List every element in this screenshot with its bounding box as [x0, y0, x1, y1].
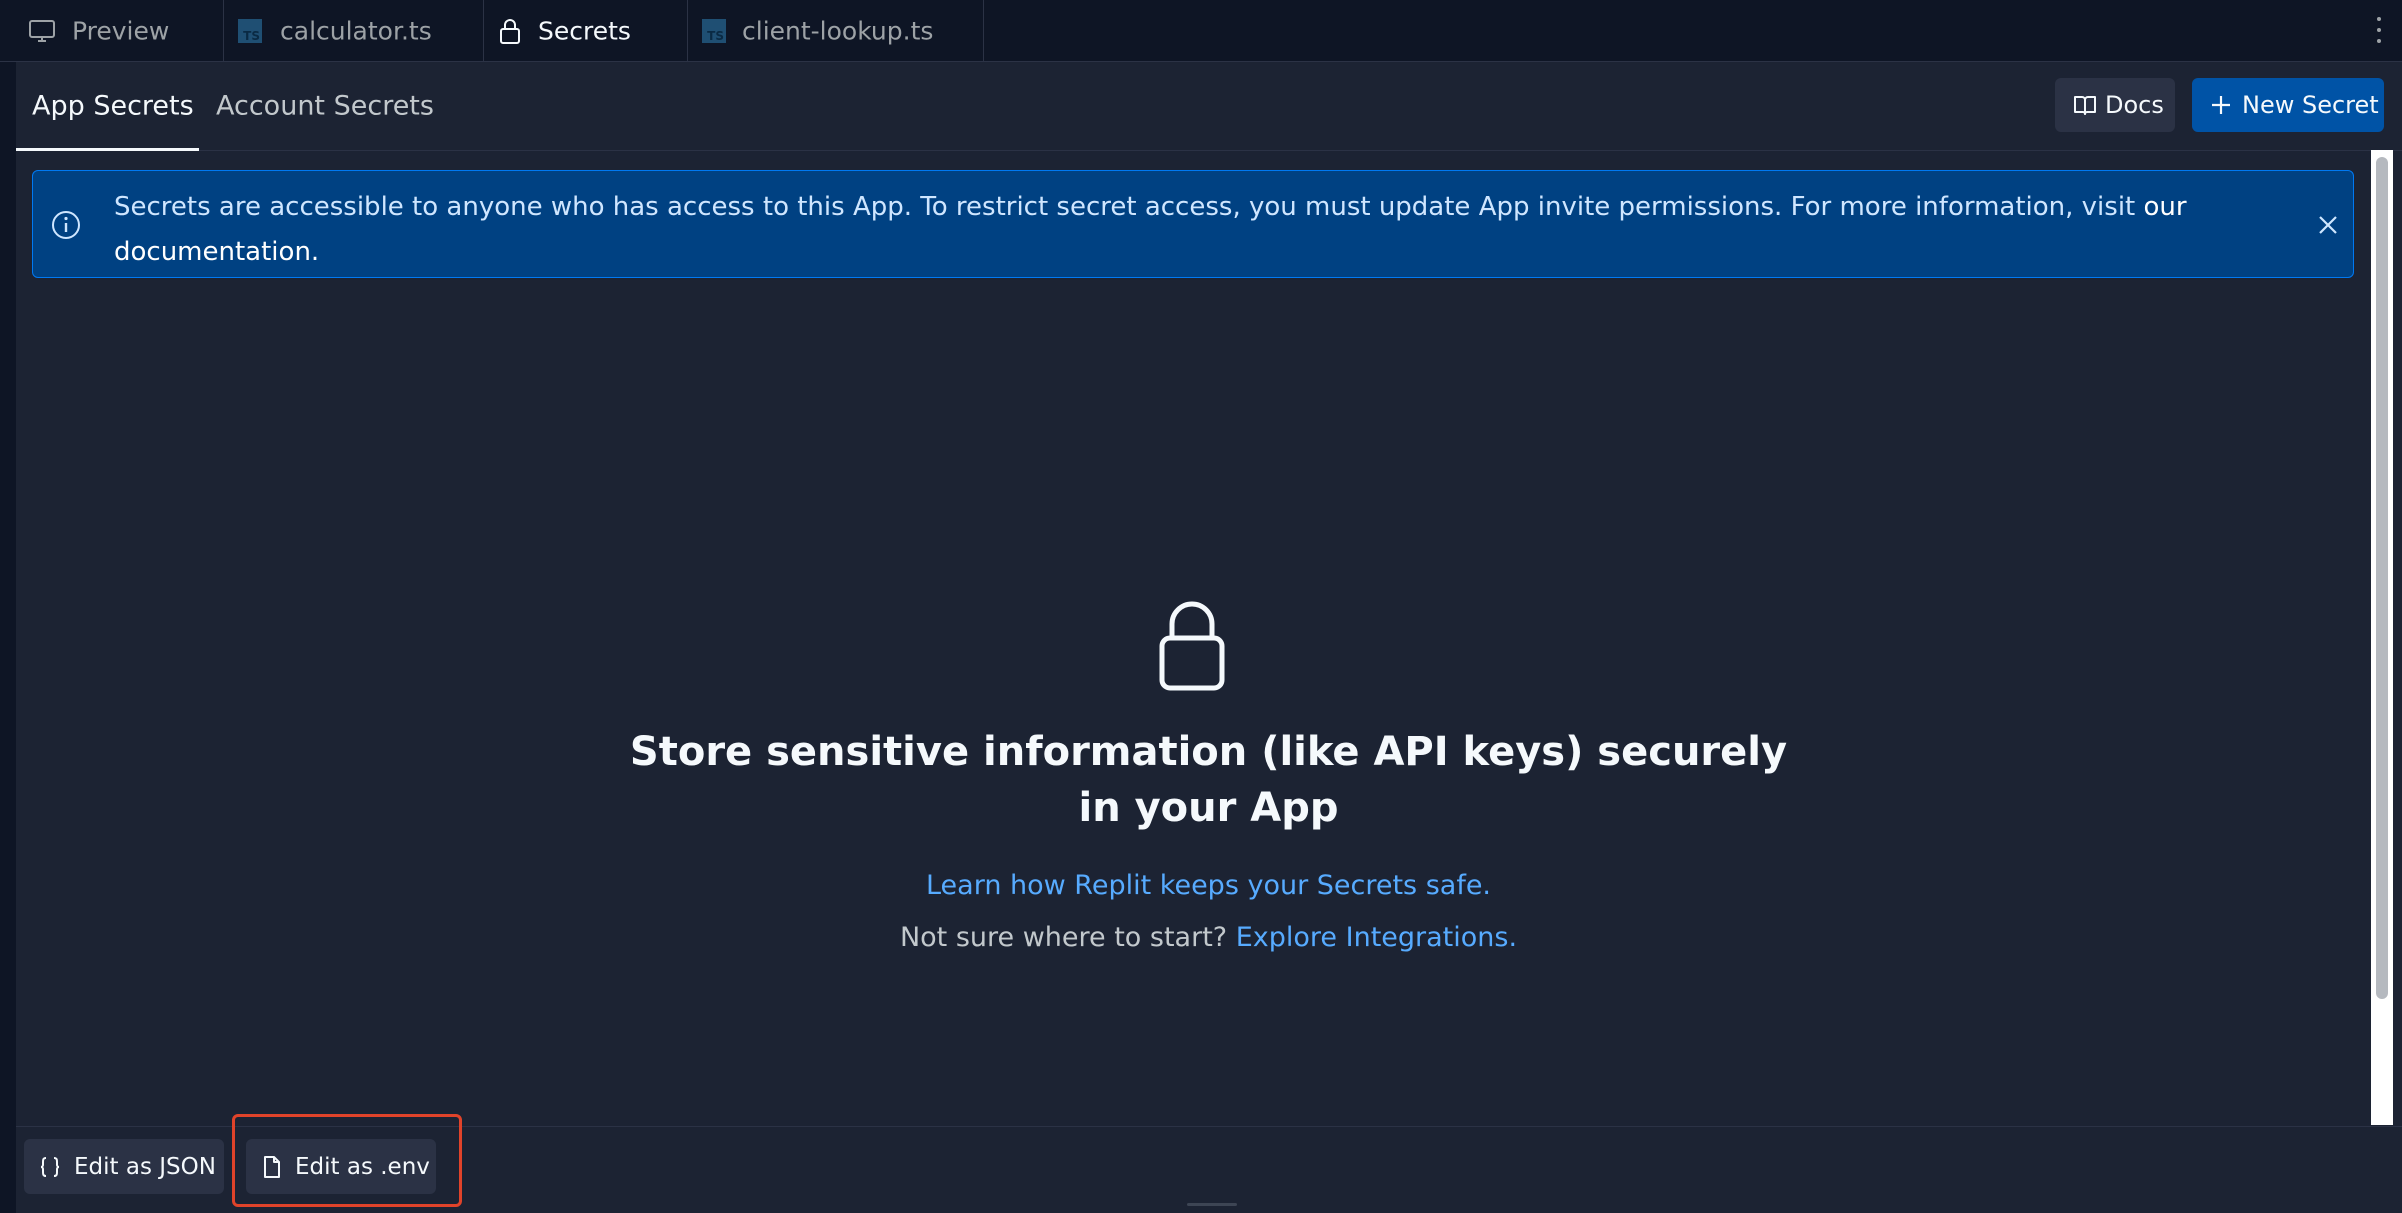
info-icon	[51, 210, 81, 240]
lock-icon	[498, 17, 522, 45]
empty-state-title: Store sensitive information (like API ke…	[629, 729, 1788, 831]
tab-preview[interactable]: Preview	[16, 0, 224, 61]
secrets-subtabs: App Secrets Account Secrets Docs New Sec…	[16, 62, 2402, 151]
close-icon[interactable]	[2318, 215, 2338, 235]
secrets-pane: Preview TS calculator.ts Secrets TS clie…	[0, 0, 2402, 1213]
more-options-icon[interactable]	[2376, 17, 2382, 43]
docs-button[interactable]: Docs	[2055, 78, 2175, 132]
start-line: Not sure where to start? Explore Integra…	[899, 922, 1518, 953]
tab-app-secrets[interactable]: App Secrets	[16, 62, 199, 151]
tab-account-secrets[interactable]: Account Secrets	[216, 62, 446, 150]
tab-client-lookup-ts[interactable]: TS client-lookup.ts	[688, 0, 984, 61]
tab-label: client-lookup.ts	[742, 16, 934, 45]
secrets-panel: App Secrets Account Secrets Docs New Sec…	[16, 62, 2402, 1213]
typescript-icon: TS	[238, 18, 262, 43]
plus-icon	[2210, 94, 2232, 116]
editor-tab-bar: Preview TS calculator.ts Secrets TS clie…	[0, 0, 2402, 62]
learn-secrets-link: Learn how Replit keeps your Secrets safe…	[925, 870, 1492, 901]
lock-icon	[1156, 600, 1228, 692]
tab-calculator-ts[interactable]: TS calculator.ts	[224, 0, 484, 61]
tab-label: Preview	[72, 16, 170, 45]
resize-handle[interactable]	[1187, 1203, 1237, 1206]
monitor-icon	[28, 19, 56, 43]
explore-integrations-link[interactable]: Explore Integrations.	[1236, 922, 1517, 953]
tab-label: Secrets	[538, 16, 631, 45]
info-banner: Secrets are accessible to anyone who has…	[32, 170, 2354, 278]
edit-as-json-button[interactable]: Edit as JSON	[24, 1139, 224, 1194]
book-icon	[2073, 94, 2097, 116]
highlight-box	[232, 1114, 462, 1207]
tab-secrets[interactable]: Secrets	[484, 0, 688, 61]
new-secret-button[interactable]: New Secret	[2192, 78, 2384, 132]
typescript-icon: TS	[702, 18, 726, 43]
scrollbar-thumb[interactable]	[2376, 157, 2388, 999]
braces-icon	[38, 1155, 62, 1179]
banner-message: Secrets are accessible to anyone who has…	[114, 192, 2187, 267]
tab-label: calculator.ts	[280, 16, 432, 45]
